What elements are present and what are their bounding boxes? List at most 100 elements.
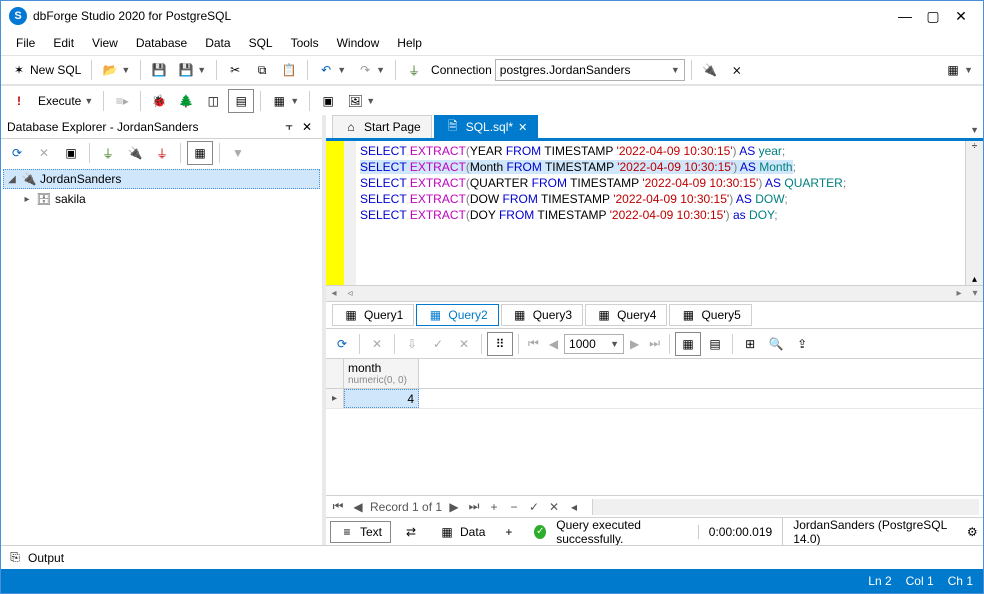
menu-view[interactable]: View: [85, 33, 125, 53]
grid-revert-button[interactable]: ✕: [452, 333, 476, 355]
sql-editor[interactable]: SELECT EXTRACT(YEAR FROM TIMESTAMP '2022…: [326, 141, 983, 285]
nav-cancel-button[interactable]: ✕: [546, 500, 562, 514]
collapse-icon[interactable]: ◢: [6, 174, 18, 185]
outline-button[interactable]: ▦▼: [267, 90, 303, 112]
open-button[interactable]: 📂▼: [98, 59, 134, 81]
new-window-button[interactable]: ▣: [59, 142, 83, 164]
nav-scroll-left-icon[interactable]: ◂: [566, 500, 582, 514]
grid-view-button[interactable]: ▦: [675, 332, 701, 356]
paste-button[interactable]: 📋: [277, 59, 301, 81]
nav-remove-button[interactable]: −: [506, 500, 522, 514]
refresh-button[interactable]: ⟳: [5, 142, 29, 164]
find-button[interactable]: 🔍: [764, 333, 788, 355]
undo-button[interactable]: ↶▼: [314, 59, 350, 81]
menu-tools[interactable]: Tools: [284, 33, 326, 53]
save-button[interactable]: 💾: [147, 59, 171, 81]
page-size-input[interactable]: 1000 ▼: [564, 334, 624, 354]
pin-button[interactable]: ⫟: [280, 118, 298, 136]
tree-connection-node[interactable]: ◢ 🔌 JordanSanders: [3, 169, 320, 189]
menu-data[interactable]: Data: [198, 33, 237, 53]
menu-file[interactable]: File: [9, 33, 42, 53]
grid-cell[interactable]: 4: [344, 389, 419, 408]
db-connect-button[interactable]: ⏚: [402, 59, 426, 81]
menu-edit[interactable]: Edit: [46, 33, 81, 53]
connection-dropdown[interactable]: postgres.JordanSanders ▼: [495, 59, 685, 81]
tree-database-node[interactable]: ▸ 🗄 sakila: [3, 189, 320, 209]
active-files-dropdown[interactable]: ▼: [966, 122, 983, 138]
next-page-button[interactable]: ▶: [626, 334, 643, 354]
explain-button[interactable]: 🌲: [174, 90, 198, 112]
grid-commit-button[interactable]: ⇩: [400, 333, 424, 355]
grid-apply-button[interactable]: ✓: [426, 333, 450, 355]
stop-button[interactable]: !: [7, 90, 31, 112]
members-button[interactable]: ◫: [201, 90, 225, 112]
grid-refresh-button[interactable]: ⟳: [330, 333, 354, 355]
nav-last-button[interactable]: ⏭: [466, 499, 482, 514]
connect-button[interactable]: 🔌: [698, 59, 722, 81]
cut-button[interactable]: ✂: [223, 59, 247, 81]
menu-window[interactable]: Window: [330, 33, 387, 53]
new-sql-button[interactable]: ✶ New SQL: [7, 59, 85, 81]
disconnect-node-button[interactable]: ⏚: [150, 142, 174, 164]
split-icon[interactable]: ÷: [972, 141, 978, 152]
expand-icon[interactable]: ▸: [21, 194, 33, 205]
export-button[interactable]: ⇪: [790, 333, 814, 355]
nav-apply-button[interactable]: ✓: [526, 500, 542, 514]
redo-button[interactable]: ↷▼: [353, 59, 389, 81]
new-connection-button[interactable]: ⏚: [96, 142, 120, 164]
column-header-month[interactable]: month numeric(0, 0): [344, 359, 419, 388]
filter-button[interactable]: ▼: [226, 142, 250, 164]
output-tab-text[interactable]: ≡ Text: [330, 521, 391, 543]
gear-icon[interactable]: ⚙: [965, 524, 979, 540]
result-grid[interactable]: month numeric(0, 0) ▸ 4: [326, 359, 983, 495]
db-tree[interactable]: ◢ 🔌 JordanSanders ▸ 🗄 sakila: [1, 167, 322, 545]
tab-sql-file[interactable]: 🗎 SQL.sql* ✕: [434, 115, 539, 138]
scroll-up-icon[interactable]: ▴: [972, 274, 977, 285]
copy-button[interactable]: ⧉: [250, 59, 274, 81]
execute-button[interactable]: Execute▼: [34, 91, 97, 111]
query-tab-3[interactable]: ▦Query3: [501, 304, 583, 326]
output-tab-add[interactable]: +: [497, 521, 520, 543]
grid-row[interactable]: ▸ 4: [326, 389, 983, 409]
query-tab-5[interactable]: ▦Query5: [669, 304, 751, 326]
minimize-button[interactable]: —: [891, 8, 919, 24]
snippet-button[interactable]: ▣: [316, 90, 340, 112]
show-table-button[interactable]: ▦: [187, 141, 213, 165]
output-panel-tab[interactable]: ⎘ Output: [1, 545, 983, 569]
close-button[interactable]: ✕: [947, 8, 975, 25]
debug-button[interactable]: 🐞: [147, 90, 171, 112]
pivot-button[interactable]: ⊞: [738, 333, 762, 355]
code-area[interactable]: SELECT EXTRACT(YEAR FROM TIMESTAMP '2022…: [356, 141, 965, 285]
image-button[interactable]: 🖼▼: [343, 90, 379, 112]
nav-first-button[interactable]: ⏮: [330, 499, 346, 514]
h-scrollbar[interactable]: [592, 499, 979, 515]
vertical-scrollbar[interactable]: ÷ ▴: [965, 141, 983, 285]
menu-help[interactable]: Help: [390, 33, 429, 53]
scroll-left-small-icon[interactable]: ◃: [342, 288, 358, 299]
scroll-left-icon[interactable]: ◂: [326, 288, 342, 299]
tab-close-button[interactable]: ✕: [518, 121, 527, 134]
menu-sql[interactable]: SQL: [242, 33, 280, 53]
grid-cancel-button[interactable]: ✕: [365, 333, 389, 355]
prev-page-button[interactable]: ◀: [545, 334, 562, 354]
maximize-button[interactable]: ▢: [919, 8, 947, 25]
query-tab-2[interactable]: ▦Query2: [416, 304, 498, 326]
connect-node-button[interactable]: 🔌: [123, 142, 147, 164]
panel-close-button[interactable]: ✕: [298, 118, 316, 136]
layout-button[interactable]: ▦▼: [941, 59, 977, 81]
card-view-button[interactable]: ▤: [703, 333, 727, 355]
menu-database[interactable]: Database: [129, 33, 194, 53]
delete-node-button[interactable]: ✕: [32, 142, 56, 164]
grid-toggle-button[interactable]: ⠿: [487, 332, 513, 356]
nav-next-button[interactable]: ▶: [446, 500, 462, 514]
nav-prev-button[interactable]: ◀: [350, 500, 366, 514]
output-tab-data[interactable]: ▦ Data: [431, 521, 493, 543]
query-tab-4[interactable]: ▦Query4: [585, 304, 667, 326]
scroll-right-icon[interactable]: ▸: [951, 288, 967, 299]
format-button[interactable]: ▤: [228, 89, 254, 113]
execute-current-button[interactable]: ≡▸: [110, 90, 134, 112]
tab-start-page[interactable]: ⌂ Start Page: [332, 115, 432, 138]
query-tab-1[interactable]: ▦Query1: [332, 304, 414, 326]
scroll-down-icon[interactable]: ▾: [967, 288, 983, 299]
nav-add-button[interactable]: +: [486, 500, 502, 514]
